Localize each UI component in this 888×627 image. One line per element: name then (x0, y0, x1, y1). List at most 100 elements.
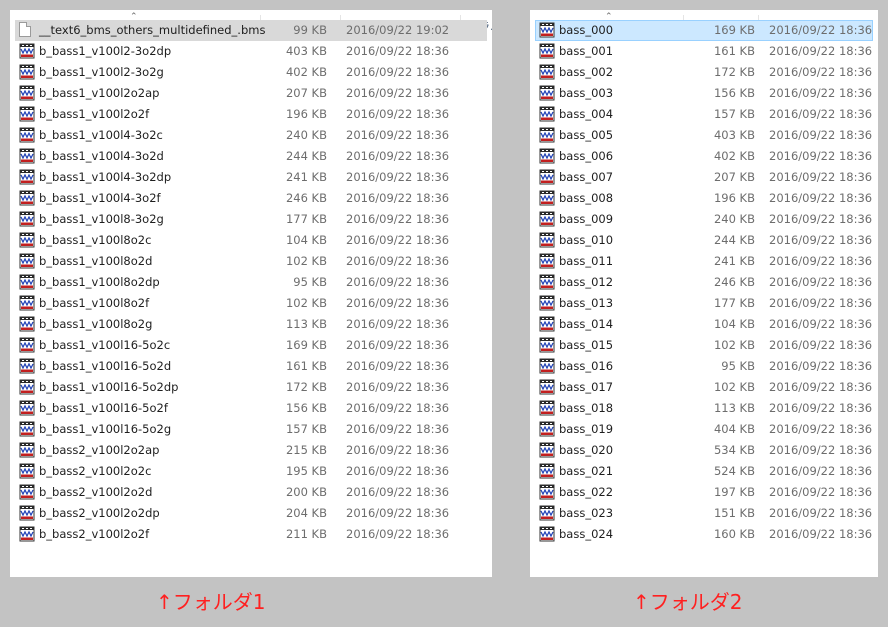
file-modified-date: 2016/09/22 18:36 (346, 359, 450, 373)
file-size: 534 KB (713, 443, 755, 457)
file-modified-date: 2016/09/22 18:36 (769, 128, 873, 142)
file-modified-date: 2016/09/22 18:36 (769, 254, 873, 268)
file-row[interactable]: bass_006 402 KB 2016/09/22 18:36 (535, 146, 873, 167)
wav-file-icon (539, 379, 555, 395)
file-size: 241 KB (285, 170, 327, 184)
file-row[interactable]: b_bass1_v100l8-3o2g 177 KB 2016/09/22 18:3… (15, 209, 487, 230)
wav-file-icon (19, 463, 35, 479)
file-name: bass_020 (559, 443, 614, 457)
file-row[interactable]: bass_000 169 KB 2016/09/22 18:36 (535, 20, 873, 41)
file-row[interactable]: bass_014 104 KB 2016/09/22 18:36 (535, 314, 873, 335)
file-row[interactable]: bass_022 197 KB 2016/09/22 18:36 (535, 482, 873, 503)
file-size: 246 KB (713, 275, 755, 289)
wav-file-icon (539, 484, 555, 500)
file-row[interactable]: bass_012 246 KB 2016/09/22 18:36 (535, 272, 873, 293)
file-size: 99 KB (293, 23, 327, 37)
file-row[interactable]: b_bass1_v100l16-5o2dp 172 KB 2016/09/22 18… (15, 377, 487, 398)
file-modified-date: 2016/09/22 18:36 (769, 464, 873, 478)
file-row[interactable]: b_bass1_v100l2o2f 196 KB 2016/09/22 18:36 (15, 104, 487, 125)
file-size: 177 KB (285, 212, 327, 226)
file-row[interactable]: b_bass1_v100l4-3o2c 240 KB 2016/09/22 18:3… (15, 125, 487, 146)
file-row[interactable]: b_bass2_v100l2o2f 211 KB 2016/09/22 18:36 (15, 524, 487, 545)
file-row[interactable]: b_bass1_v100l8o2d 102 KB 2016/09/22 18:36 (15, 251, 487, 272)
file-name: b_bass1_v100l16-5o2f (39, 401, 168, 415)
file-modified-date: 2016/09/22 18:36 (346, 443, 450, 457)
file-modified-date: 2016/09/22 18:36 (346, 86, 450, 100)
file-row[interactable]: bass_009 240 KB 2016/09/22 18:36 (535, 209, 873, 230)
file-row[interactable]: b_bass2_v100l2o2dp 204 KB 2016/09/22 18:36 (15, 503, 487, 524)
file-row[interactable]: bass_020 534 KB 2016/09/22 18:36 (535, 440, 873, 461)
file-row[interactable]: __text6_bms_others_multidefined_.bms 99 K… (15, 20, 487, 41)
file-row[interactable]: bass_004 157 KB 2016/09/22 18:36 (535, 104, 873, 125)
file-row[interactable]: b_bass1_v100l16-5o2f 156 KB 2016/09/22 18:… (15, 398, 487, 419)
file-row[interactable]: b_bass1_v100l2o2ap 207 KB 2016/09/22 18:36 (15, 83, 487, 104)
file-size: 207 KB (285, 86, 327, 100)
file-size: 160 KB (713, 527, 755, 541)
wav-file-icon (19, 106, 35, 122)
file-row[interactable]: bass_003 156 KB 2016/09/22 18:36 (535, 83, 873, 104)
file-row[interactable]: bass_024 160 KB 2016/09/22 18:36 (535, 524, 873, 545)
file-name: b_bass2_v100l2o2ap (39, 443, 160, 457)
file-row[interactable]: bass_016 95 KB 2016/09/22 18:36 (535, 356, 873, 377)
file-row[interactable]: bass_023 151 KB 2016/09/22 18:36 (535, 503, 873, 524)
file-name: bass_013 (559, 296, 614, 310)
file-name: b_bass2_v100l2o2d (39, 485, 153, 499)
file-size: 240 KB (285, 128, 327, 142)
file-row[interactable]: b_bass1_v100l8o2f 102 KB 2016/09/22 18:36 (15, 293, 487, 314)
file-row[interactable]: bass_010 244 KB 2016/09/22 18:36 (535, 230, 873, 251)
folder2-caption: ↑フォルダ2 (633, 590, 743, 614)
file-name: bass_006 (559, 149, 614, 163)
file-size: 403 KB (713, 128, 755, 142)
file-row[interactable]: bass_021 524 KB 2016/09/22 18:36 (535, 461, 873, 482)
file-row[interactable]: b_bass1_v100l4-3o2dp 241 KB 2016/09/22 18:… (15, 167, 487, 188)
wav-file-icon (19, 421, 35, 437)
file-row[interactable]: b_bass1_v100l16-5o2c 169 KB 2016/09/22 18:… (15, 335, 487, 356)
file-name: b_bass1_v100l2o2ap (39, 86, 160, 100)
file-row[interactable]: b_bass1_v100l8o2dp 95 KB 2016/09/22 18:36 (15, 272, 487, 293)
file-row[interactable]: bass_017 102 KB 2016/09/22 18:36 (535, 377, 873, 398)
wav-file-icon (539, 190, 555, 206)
file-size: 404 KB (713, 422, 755, 436)
file-name: bass_014 (559, 317, 614, 331)
file-row[interactable]: bass_015 102 KB 2016/09/22 18:36 (535, 335, 873, 356)
wav-file-icon (19, 43, 35, 59)
file-row[interactable]: b_bass2_v100l2o2d 200 KB 2016/09/22 18:36 (15, 482, 487, 503)
file-row[interactable]: b_bass1_v100l16-5o2g 157 KB 2016/09/22 18:… (15, 419, 487, 440)
file-row[interactable]: b_bass2_v100l2o2c 195 KB 2016/09/22 18:36 (15, 461, 487, 482)
file-row[interactable]: bass_002 172 KB 2016/09/22 18:36 (535, 62, 873, 83)
file-name: bass_022 (559, 485, 614, 499)
file-row[interactable]: b_bass1_v100l8o2g 113 KB 2016/09/22 18:36 (15, 314, 487, 335)
wav-file-icon (19, 64, 35, 80)
file-row[interactable]: b_bass1_v100l16-5o2d 161 KB 2016/09/22 18:… (15, 356, 487, 377)
file-modified-date: 2016/09/22 18:36 (769, 107, 873, 121)
file-row[interactable]: bass_005 403 KB 2016/09/22 18:36 (535, 125, 873, 146)
file-size: 197 KB (713, 485, 755, 499)
file-row[interactable]: b_bass1_v100l4-3o2f 246 KB 2016/09/22 18:3… (15, 188, 487, 209)
file-row[interactable]: b_bass1_v100l8o2c 104 KB 2016/09/22 18:36 (15, 230, 487, 251)
file-modified-date: 2016/09/22 18:36 (769, 170, 873, 184)
file-row[interactable]: b_bass2_v100l2o2ap 215 KB 2016/09/22 18:36 (15, 440, 487, 461)
wav-file-icon (539, 43, 555, 59)
file-name: b_bass1_v100l8o2c (39, 233, 152, 247)
file-name: bass_011 (559, 254, 614, 268)
file-size: 195 KB (285, 464, 327, 478)
file-row[interactable]: b_bass1_v100l2-3o2dp 403 KB 2016/09/22 18:… (15, 41, 487, 62)
file-modified-date: 2016/09/22 18:36 (769, 527, 873, 541)
file-modified-date: 2016/09/22 18:36 (346, 380, 450, 394)
file-row[interactable]: bass_008 196 KB 2016/09/22 18:36 (535, 188, 873, 209)
file-name: bass_003 (559, 86, 614, 100)
file-row[interactable]: bass_001 161 KB 2016/09/22 18:36 (535, 41, 873, 62)
file-row[interactable]: bass_007 207 KB 2016/09/22 18:36 (535, 167, 873, 188)
file-name: bass_016 (559, 359, 614, 373)
file-modified-date: 2016/09/22 18:36 (769, 233, 873, 247)
file-row[interactable]: bass_011 241 KB 2016/09/22 18:36 (535, 251, 873, 272)
file-name: b_bass2_v100l2o2c (39, 464, 152, 478)
file-row[interactable]: b_bass1_v100l4-3o2d 244 KB 2016/09/22 18:3… (15, 146, 487, 167)
wav-file-icon (19, 442, 35, 458)
file-modified-date: 2016/09/22 18:36 (346, 107, 450, 121)
file-size: 211 KB (285, 527, 327, 541)
file-row[interactable]: bass_019 404 KB 2016/09/22 18:36 (535, 419, 873, 440)
file-row[interactable]: bass_018 113 KB 2016/09/22 18:36 (535, 398, 873, 419)
file-row[interactable]: bass_013 177 KB 2016/09/22 18:36 (535, 293, 873, 314)
file-row[interactable]: b_bass1_v100l2-3o2g 402 KB 2016/09/22 18:3… (15, 62, 487, 83)
